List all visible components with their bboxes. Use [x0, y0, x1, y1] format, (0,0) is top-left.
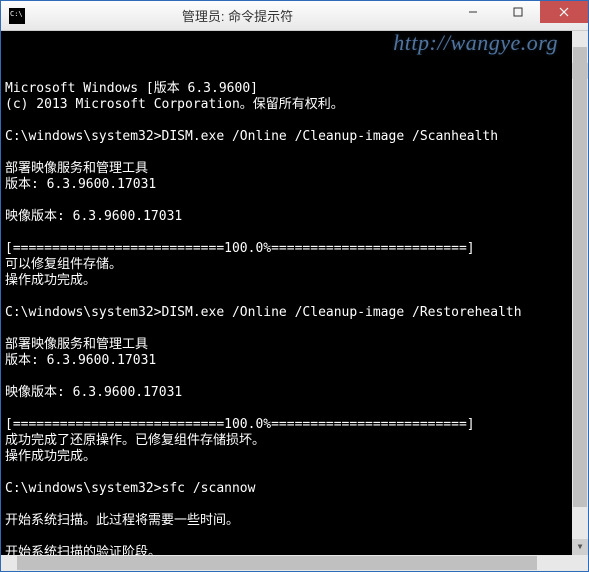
maximize-icon — [513, 7, 523, 17]
command-prompt-window: 管理员: 命令提示符 http://wangye.org Microsoft W… — [0, 0, 589, 572]
minimize-icon — [468, 7, 478, 17]
titlebar[interactable]: 管理员: 命令提示符 — [1, 1, 588, 31]
minimize-button[interactable] — [450, 1, 495, 23]
cmd-icon — [9, 8, 25, 24]
scroll-corner — [572, 555, 588, 571]
horizontal-scrollbar[interactable]: ◀ ▶ — [1, 555, 572, 571]
vertical-scroll-thumb[interactable] — [573, 47, 587, 507]
window-title: 管理员: 命令提示符 — [25, 6, 450, 25]
window-controls — [450, 1, 588, 30]
close-button[interactable] — [540, 1, 588, 23]
watermark-text: http://wangye.org — [393, 35, 558, 51]
horizontal-scroll-thumb[interactable] — [17, 556, 537, 570]
scroll-down-arrow-icon[interactable]: ▼ — [572, 539, 588, 555]
vertical-scrollbar[interactable]: ▲ ▼ — [572, 31, 588, 555]
maximize-button[interactable] — [495, 1, 540, 23]
close-icon — [559, 7, 569, 17]
console-area[interactable]: http://wangye.org Microsoft Windows [版本 … — [1, 31, 588, 571]
console-output: Microsoft Windows [版本 6.3.9600] (c) 2013… — [5, 81, 584, 571]
